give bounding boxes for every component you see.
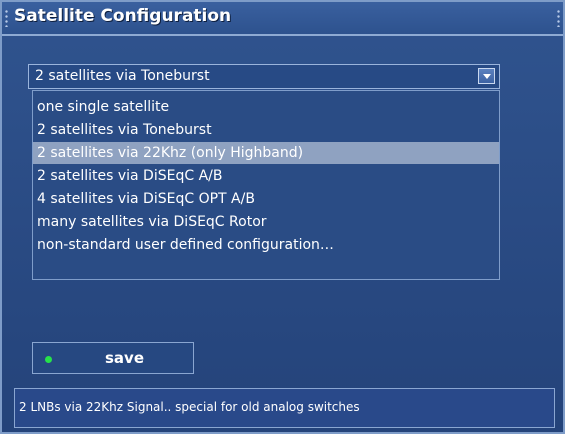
drag-grip-icon [5,9,8,27]
window-title: Satellite Configuration [14,6,232,26]
option-one-single-satellite[interactable]: one single satellite [33,96,499,118]
configuration-select-value: 2 satellites via Toneburst [35,68,210,84]
chevron-down-icon [483,74,491,79]
option-22khz[interactable]: 2 satellites via 22Khz (only Highband) [33,142,499,164]
save-button[interactable]: save [32,342,194,374]
satellite-config-window: Satellite Configuration 2 satellites via… [0,0,565,434]
option-user-defined[interactable]: non-standard user defined configuration… [33,234,499,256]
dropdown-arrow-button[interactable] [478,68,495,84]
drag-grip-icon [557,9,560,27]
configuration-select[interactable]: 2 satellites via Toneburst [28,64,500,89]
title-bar: Satellite Configuration [2,2,563,36]
status-text: 2 LNBs via 22Khz Signal.. special for ol… [19,400,360,414]
option-diseqc-ab[interactable]: 2 satellites via DiSEqC A/B [33,165,499,187]
option-diseqc-opt-ab[interactable]: 4 satellites via DiSEqC OPT A/B [33,188,499,210]
green-dot-icon [45,356,52,363]
option-diseqc-rotor[interactable]: many satellites via DiSEqC Rotor [33,211,499,233]
configuration-options-list: one single satellite 2 satellites via To… [32,90,500,280]
save-button-label: save [105,349,145,367]
status-bar: 2 LNBs via 22Khz Signal.. special for ol… [14,388,555,428]
option-toneburst[interactable]: 2 satellites via Toneburst [33,119,499,141]
